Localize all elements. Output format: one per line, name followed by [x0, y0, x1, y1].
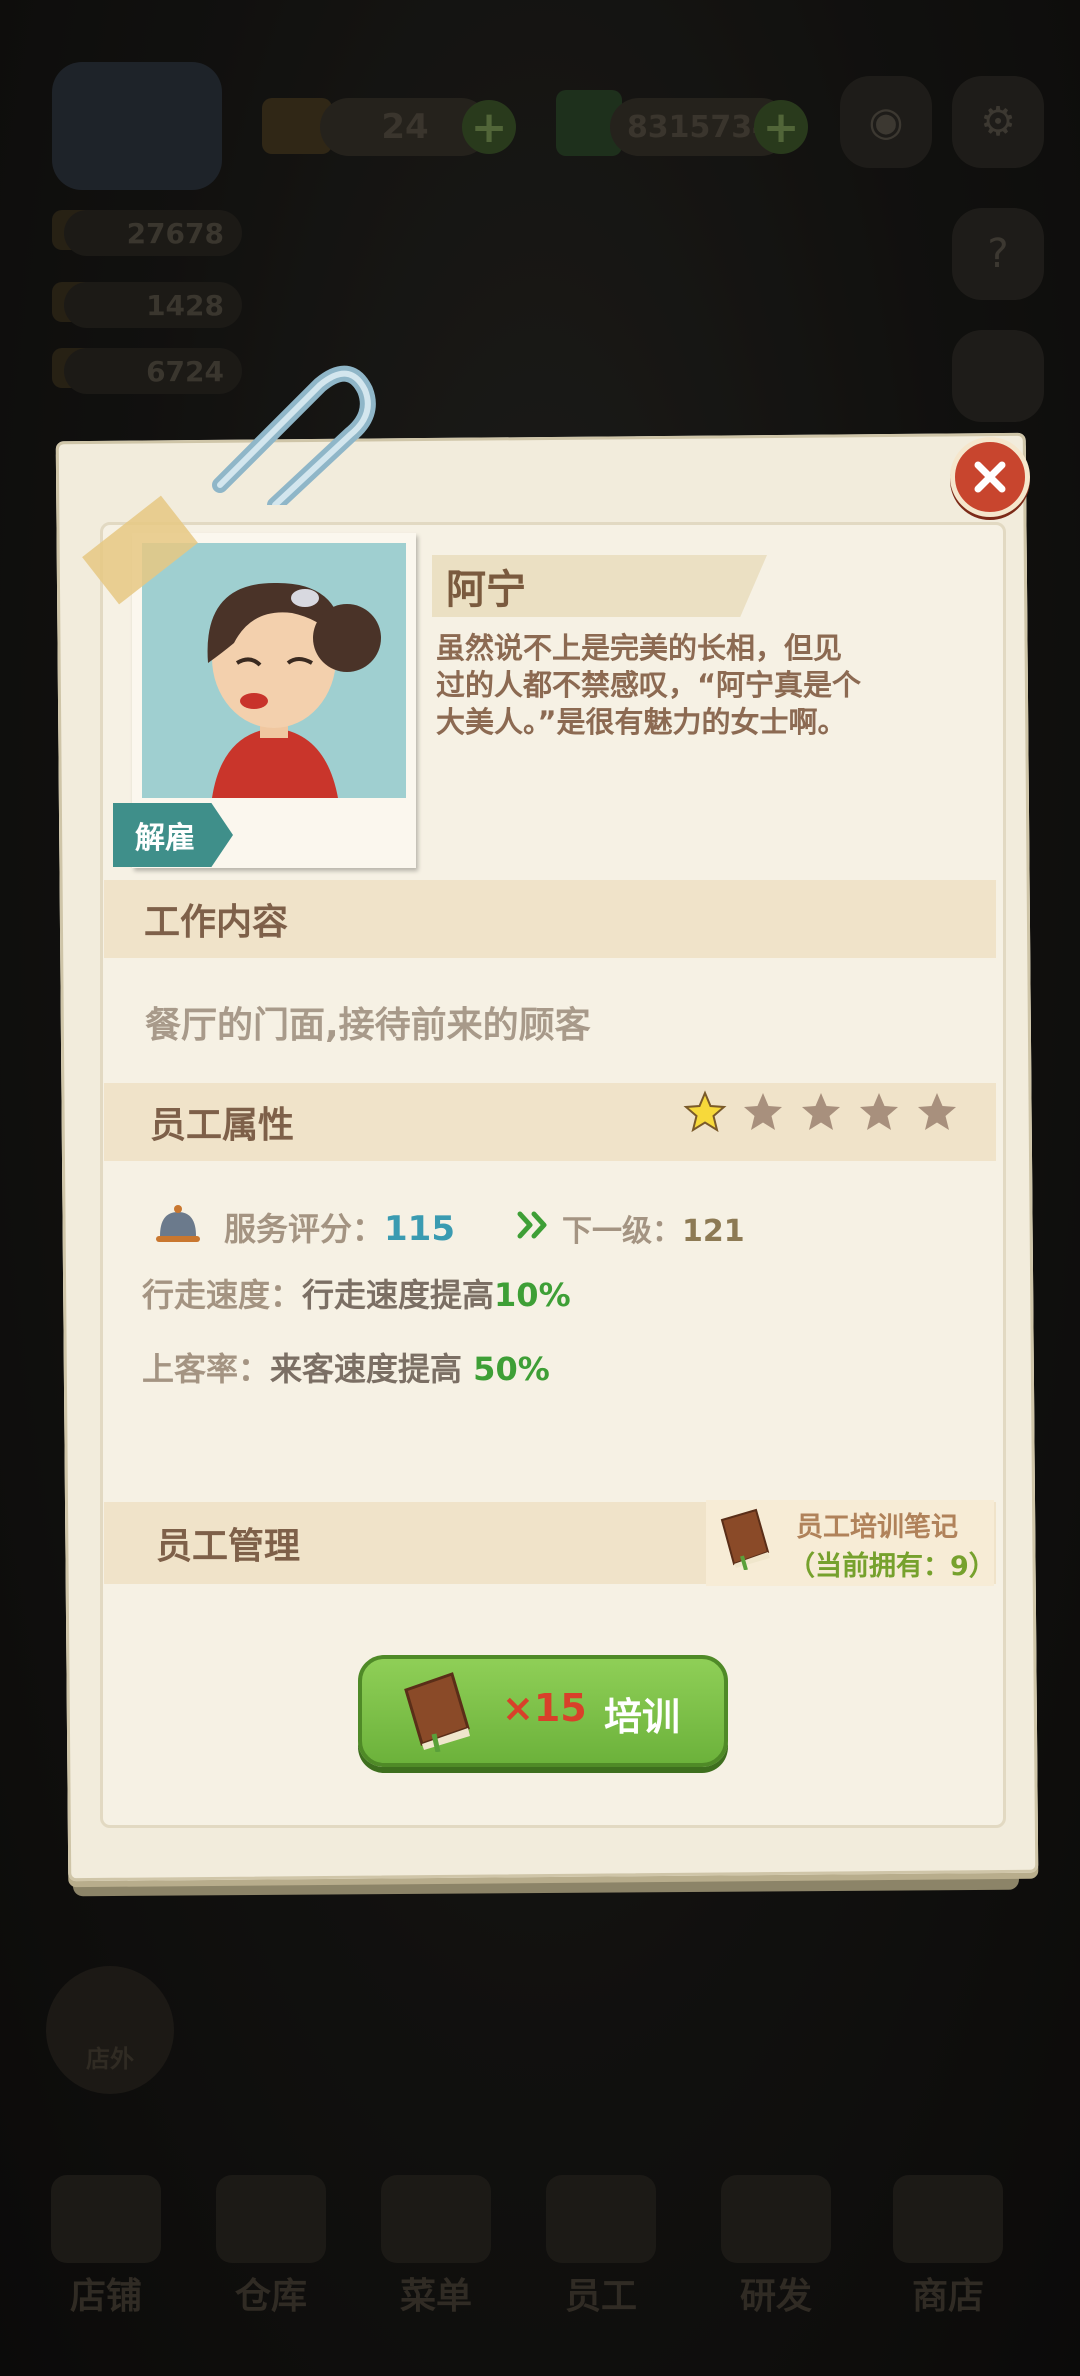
star-rating: [683, 1090, 959, 1134]
customer-rate-label: 上客率：: [142, 1350, 271, 1388]
manage-section-title: 员工管理: [156, 1526, 301, 1567]
star-empty-icon: [744, 1093, 782, 1130]
close-icon: [974, 461, 1006, 493]
next-level-label: 下一级：: [562, 1214, 682, 1249]
fire-label: 解雇: [135, 821, 195, 856]
training-book-icon: [720, 1508, 770, 1570]
star-empty-icon: [918, 1093, 956, 1130]
employee-portrait: [207, 582, 381, 798]
walk-speed-label: 行走速度：: [142, 1276, 303, 1314]
service-label: 服务评分：: [224, 1210, 385, 1248]
walk-speed-value: 10%: [494, 1276, 571, 1314]
work-section-header: 工作内容: [104, 880, 996, 958]
star-filled-icon: [683, 1090, 727, 1133]
service-bell-icon: [156, 1205, 200, 1242]
walk-speed-text: 行走速度提高: [302, 1276, 495, 1314]
work-section-title: 工作内容: [144, 902, 289, 943]
employee-name: 阿宁: [446, 567, 526, 613]
train-label: 培训: [604, 1695, 681, 1739]
paperclip-icon: [212, 365, 376, 505]
training-notes-title: 员工培训笔记: [796, 1512, 958, 1543]
next-level-row: 下一级：121: [562, 1206, 745, 1250]
employee-description: 虽然说不上是完美的长相，但见过的人都不禁感叹，“阿宁真是个大美人。”是很有魅力的…: [436, 631, 862, 739]
customer-rate-row: 上客率：来客速度提高 50%: [142, 1344, 550, 1390]
fire-button[interactable]: 解雇: [113, 803, 233, 867]
work-description: 餐厅的门面,接待前来的顾客: [145, 1005, 591, 1046]
service-value: 115: [384, 1209, 455, 1249]
customer-rate-text: 来客速度提高: [270, 1350, 474, 1388]
star-empty-icon: [860, 1093, 898, 1130]
service-score-row: 服务评分：115: [224, 1204, 455, 1250]
employee-name-banner: 阿宁: [432, 555, 767, 617]
train-book-icon: [404, 1672, 470, 1752]
train-cost: ×15: [502, 1686, 587, 1730]
training-notes-count: （当前拥有：9）: [788, 1551, 996, 1582]
attr-section-title: 员工属性: [150, 1105, 295, 1146]
close-button[interactable]: [950, 437, 1030, 517]
next-level-value: 121: [682, 1214, 745, 1249]
walk-speed-row: 行走速度：行走速度提高10%: [142, 1270, 571, 1316]
star-empty-icon: [802, 1093, 840, 1130]
double-chevron-icon: [517, 1211, 547, 1239]
customer-rate-value: 50%: [473, 1350, 550, 1388]
